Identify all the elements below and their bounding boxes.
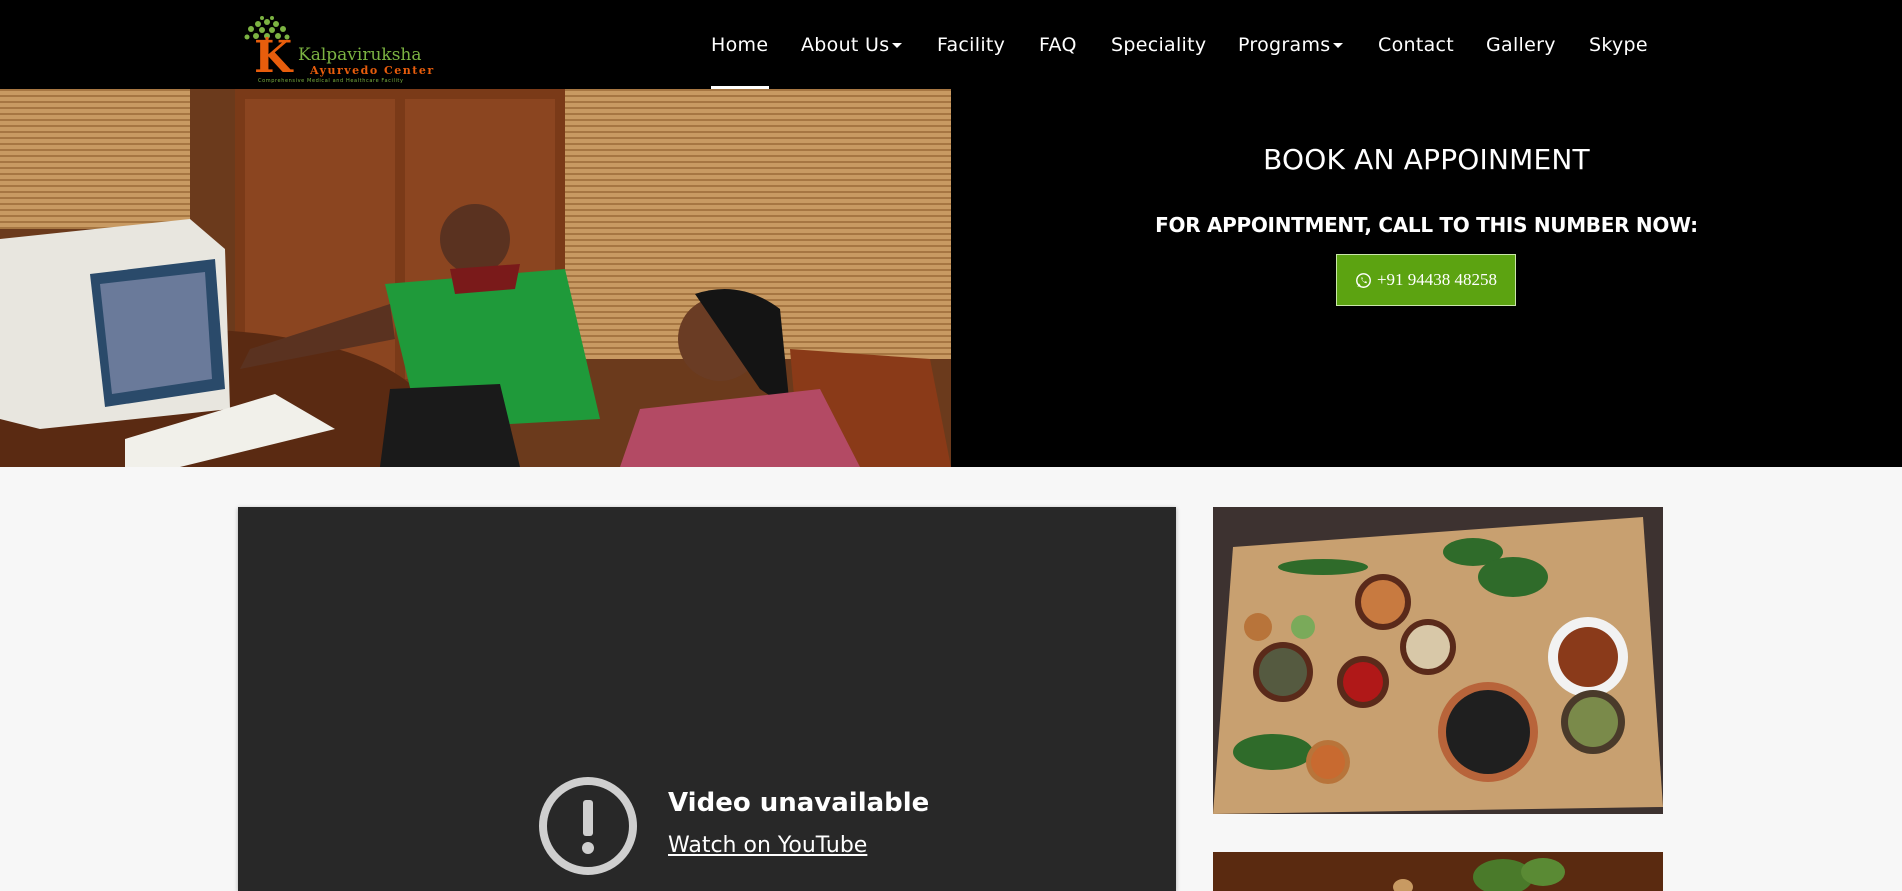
alert-circle-icon — [539, 777, 637, 875]
nav-item-label: Gallery — [1486, 34, 1556, 56]
nav-item-label: Home — [711, 34, 769, 56]
logo-letter: K — [254, 32, 293, 83]
nav-item-label: Facility — [937, 34, 1006, 56]
phone-number: +91 94438 48258 — [1376, 270, 1498, 289]
nav-item-about-us[interactable]: About Us — [801, 32, 903, 58]
hero-consultation-image — [0, 89, 951, 467]
nav-item-label: Contact — [1378, 34, 1455, 56]
logo-name: Kalpaviruksha — [298, 45, 422, 65]
herbs-second-illustration — [1213, 852, 1663, 891]
nav-item-programs[interactable]: Programs — [1238, 32, 1344, 58]
site-logo[interactable]: K Kalpaviruksha Ayurvedo Center Comprehe… — [238, 16, 463, 84]
watch-on-youtube-link[interactable]: Watch on YouTube — [668, 832, 867, 860]
video-unavailable-title: Video unavailable — [668, 788, 930, 818]
logo-subtitle: Ayurvedo Center — [310, 64, 435, 77]
nav-item-skype[interactable]: Skype — [1589, 32, 1648, 58]
nav-item-label: Skype — [1589, 34, 1648, 56]
nav-item-label: About Us — [801, 34, 890, 56]
nav-item-gallery[interactable]: Gallery — [1486, 32, 1556, 58]
top-navbar: K Kalpaviruksha Ayurvedo Center Comprehe… — [0, 0, 1902, 89]
appointment-title: BOOK AN APPOINMENT — [1263, 143, 1590, 176]
caret-down-icon — [892, 43, 903, 48]
hero-illustration — [0, 89, 951, 467]
nav-item-label: FAQ — [1039, 34, 1077, 56]
nav-item-facility[interactable]: Facility — [937, 32, 1005, 58]
call-phone-button[interactable]: +91 94438 48258 — [1336, 254, 1516, 306]
caret-down-icon — [1333, 43, 1344, 48]
nav-item-label: Speciality — [1111, 34, 1207, 56]
logo-tagline: Comprehensive Medical and Healthcare Fac… — [258, 78, 404, 84]
nav-item-contact[interactable]: Contact — [1378, 32, 1454, 58]
nav-item-home[interactable]: Home — [711, 32, 768, 58]
herbs-second-image — [1213, 852, 1663, 891]
herbs-illustration — [1213, 507, 1663, 814]
nav-item-faq[interactable]: FAQ — [1039, 32, 1077, 58]
nav-item-label: Programs — [1238, 34, 1331, 56]
appointment-subtitle: FOR APPOINTMENT, CALL TO THIS NUMBER NOW… — [1155, 213, 1698, 237]
herbs-spices-image — [1213, 507, 1663, 814]
nav-item-speciality[interactable]: Speciality — [1111, 32, 1206, 58]
whatsapp-icon — [1356, 272, 1371, 288]
